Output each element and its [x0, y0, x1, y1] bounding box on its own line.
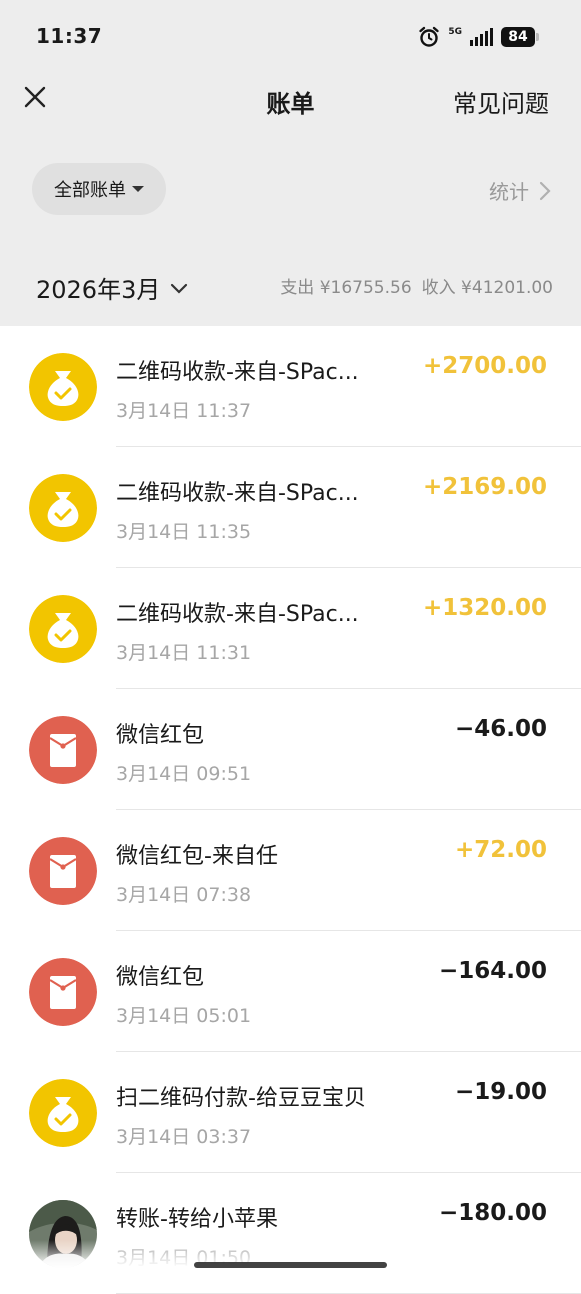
- transaction-time: 3月14日 11:37: [116, 400, 252, 422]
- transaction-row[interactable]: 二维码收款-来自-SPac... 3月14日 11:37 +2700.00: [0, 326, 581, 447]
- stats-label: 统计: [489, 180, 529, 204]
- transaction-amount: −46.00: [454, 716, 547, 742]
- header-area: 11:37 5G 84 账单 常见问题 全部账单 统计 2026年3月 支出 ¥…: [0, 0, 581, 326]
- status-bar: 11:37 5G 84: [0, 0, 581, 66]
- filter-label: 全部账单: [54, 180, 126, 201]
- transaction-avatar: [29, 837, 97, 905]
- transaction-amount: +1320.00: [422, 595, 547, 621]
- transaction-time: 3月14日 11:35: [116, 521, 252, 543]
- transaction-amount: −164.00: [438, 958, 547, 984]
- nav-bar: 账单 常见问题: [0, 66, 581, 138]
- transaction-name: 二维码收款-来自-SPac...: [116, 360, 359, 385]
- transaction-avatar: [29, 958, 97, 1026]
- status-time: 11:37: [36, 24, 103, 48]
- transaction-avatar: [29, 474, 97, 542]
- chevron-right-icon: [539, 181, 551, 200]
- transaction-name: 微信红包: [116, 965, 205, 990]
- red-packet-icon: [29, 716, 97, 784]
- money-bag-icon: [29, 1079, 97, 1147]
- month-summary: 支出 ¥16755.56 收入 ¥41201.00: [280, 273, 553, 298]
- transaction-name: 转账-转给小苹果: [116, 1207, 278, 1232]
- network-label: 5G: [448, 26, 462, 37]
- transaction-time: 3月14日 03:37: [116, 1126, 252, 1148]
- faq-link[interactable]: 常见问题: [453, 84, 549, 119]
- money-bag-icon: [29, 353, 97, 421]
- summary-expense: 支出 ¥16755.56: [280, 278, 412, 298]
- stats-link[interactable]: 统计: [489, 176, 551, 205]
- month-label: 2026年3月: [36, 276, 161, 304]
- transaction-time: 3月14日 09:51: [116, 763, 252, 785]
- money-bag-icon: [29, 595, 97, 663]
- transaction-row[interactable]: 微信红包 3月14日 09:51 −46.00: [0, 689, 581, 810]
- transaction-avatar: [29, 595, 97, 663]
- transaction-avatar: [29, 716, 97, 784]
- transaction-time: 3月14日 07:38: [116, 884, 252, 906]
- transaction-amount: −19.00: [454, 1079, 547, 1105]
- battery-level: 84: [508, 29, 528, 45]
- home-indicator[interactable]: [194, 1262, 387, 1268]
- bill-filter-dropdown[interactable]: 全部账单: [32, 163, 166, 215]
- transaction-list: 二维码收款-来自-SPac... 3月14日 11:37 +2700.00 二维码收…: [0, 326, 581, 1294]
- transaction-name: 二维码收款-来自-SPac...: [116, 481, 359, 506]
- transaction-amount: +72.00: [454, 837, 547, 863]
- red-packet-icon: [29, 958, 97, 1026]
- status-icons: 5G 84: [418, 24, 539, 50]
- transaction-row[interactable]: 微信红包-来自任 3月14日 07:38 +72.00: [0, 810, 581, 931]
- alarm-icon: [419, 26, 440, 47]
- transaction-row[interactable]: 二维码收款-来自-SPac... 3月14日 11:31 +1320.00: [0, 568, 581, 689]
- transaction-amount: +2169.00: [422, 474, 547, 500]
- money-bag-icon: [29, 474, 97, 542]
- chevron-down-icon: [171, 283, 188, 294]
- transaction-amount: −180.00: [438, 1200, 547, 1226]
- transaction-name: 扫二维码付款-给豆豆宝贝: [116, 1086, 366, 1111]
- caret-down-icon: [132, 186, 144, 192]
- transaction-row[interactable]: 二维码收款-来自-SPac... 3月14日 11:35 +2169.00: [0, 447, 581, 568]
- month-selector[interactable]: 2026年3月: [36, 270, 188, 305]
- transaction-time: 3月14日 11:31: [116, 642, 252, 664]
- signal-icon: [470, 28, 493, 46]
- transaction-row[interactable]: 微信红包 3月14日 05:01 −164.00: [0, 931, 581, 1052]
- transaction-time: 3月14日 05:01: [116, 1005, 252, 1027]
- list-fade: [0, 1240, 581, 1280]
- transaction-name: 二维码收款-来自-SPac...: [116, 602, 359, 627]
- transaction-name: 微信红包-来自任: [116, 844, 278, 869]
- transaction-avatar: [29, 353, 97, 421]
- transaction-row[interactable]: 扫二维码付款-给豆豆宝贝 3月14日 03:37 −19.00: [0, 1052, 581, 1173]
- transaction-name: 微信红包: [116, 723, 205, 748]
- battery-icon: 84: [501, 27, 539, 47]
- summary-income: 收入 ¥41201.00: [421, 278, 553, 298]
- red-packet-icon: [29, 837, 97, 905]
- transaction-amount: +2700.00: [422, 353, 547, 379]
- transaction-avatar: [29, 1079, 97, 1147]
